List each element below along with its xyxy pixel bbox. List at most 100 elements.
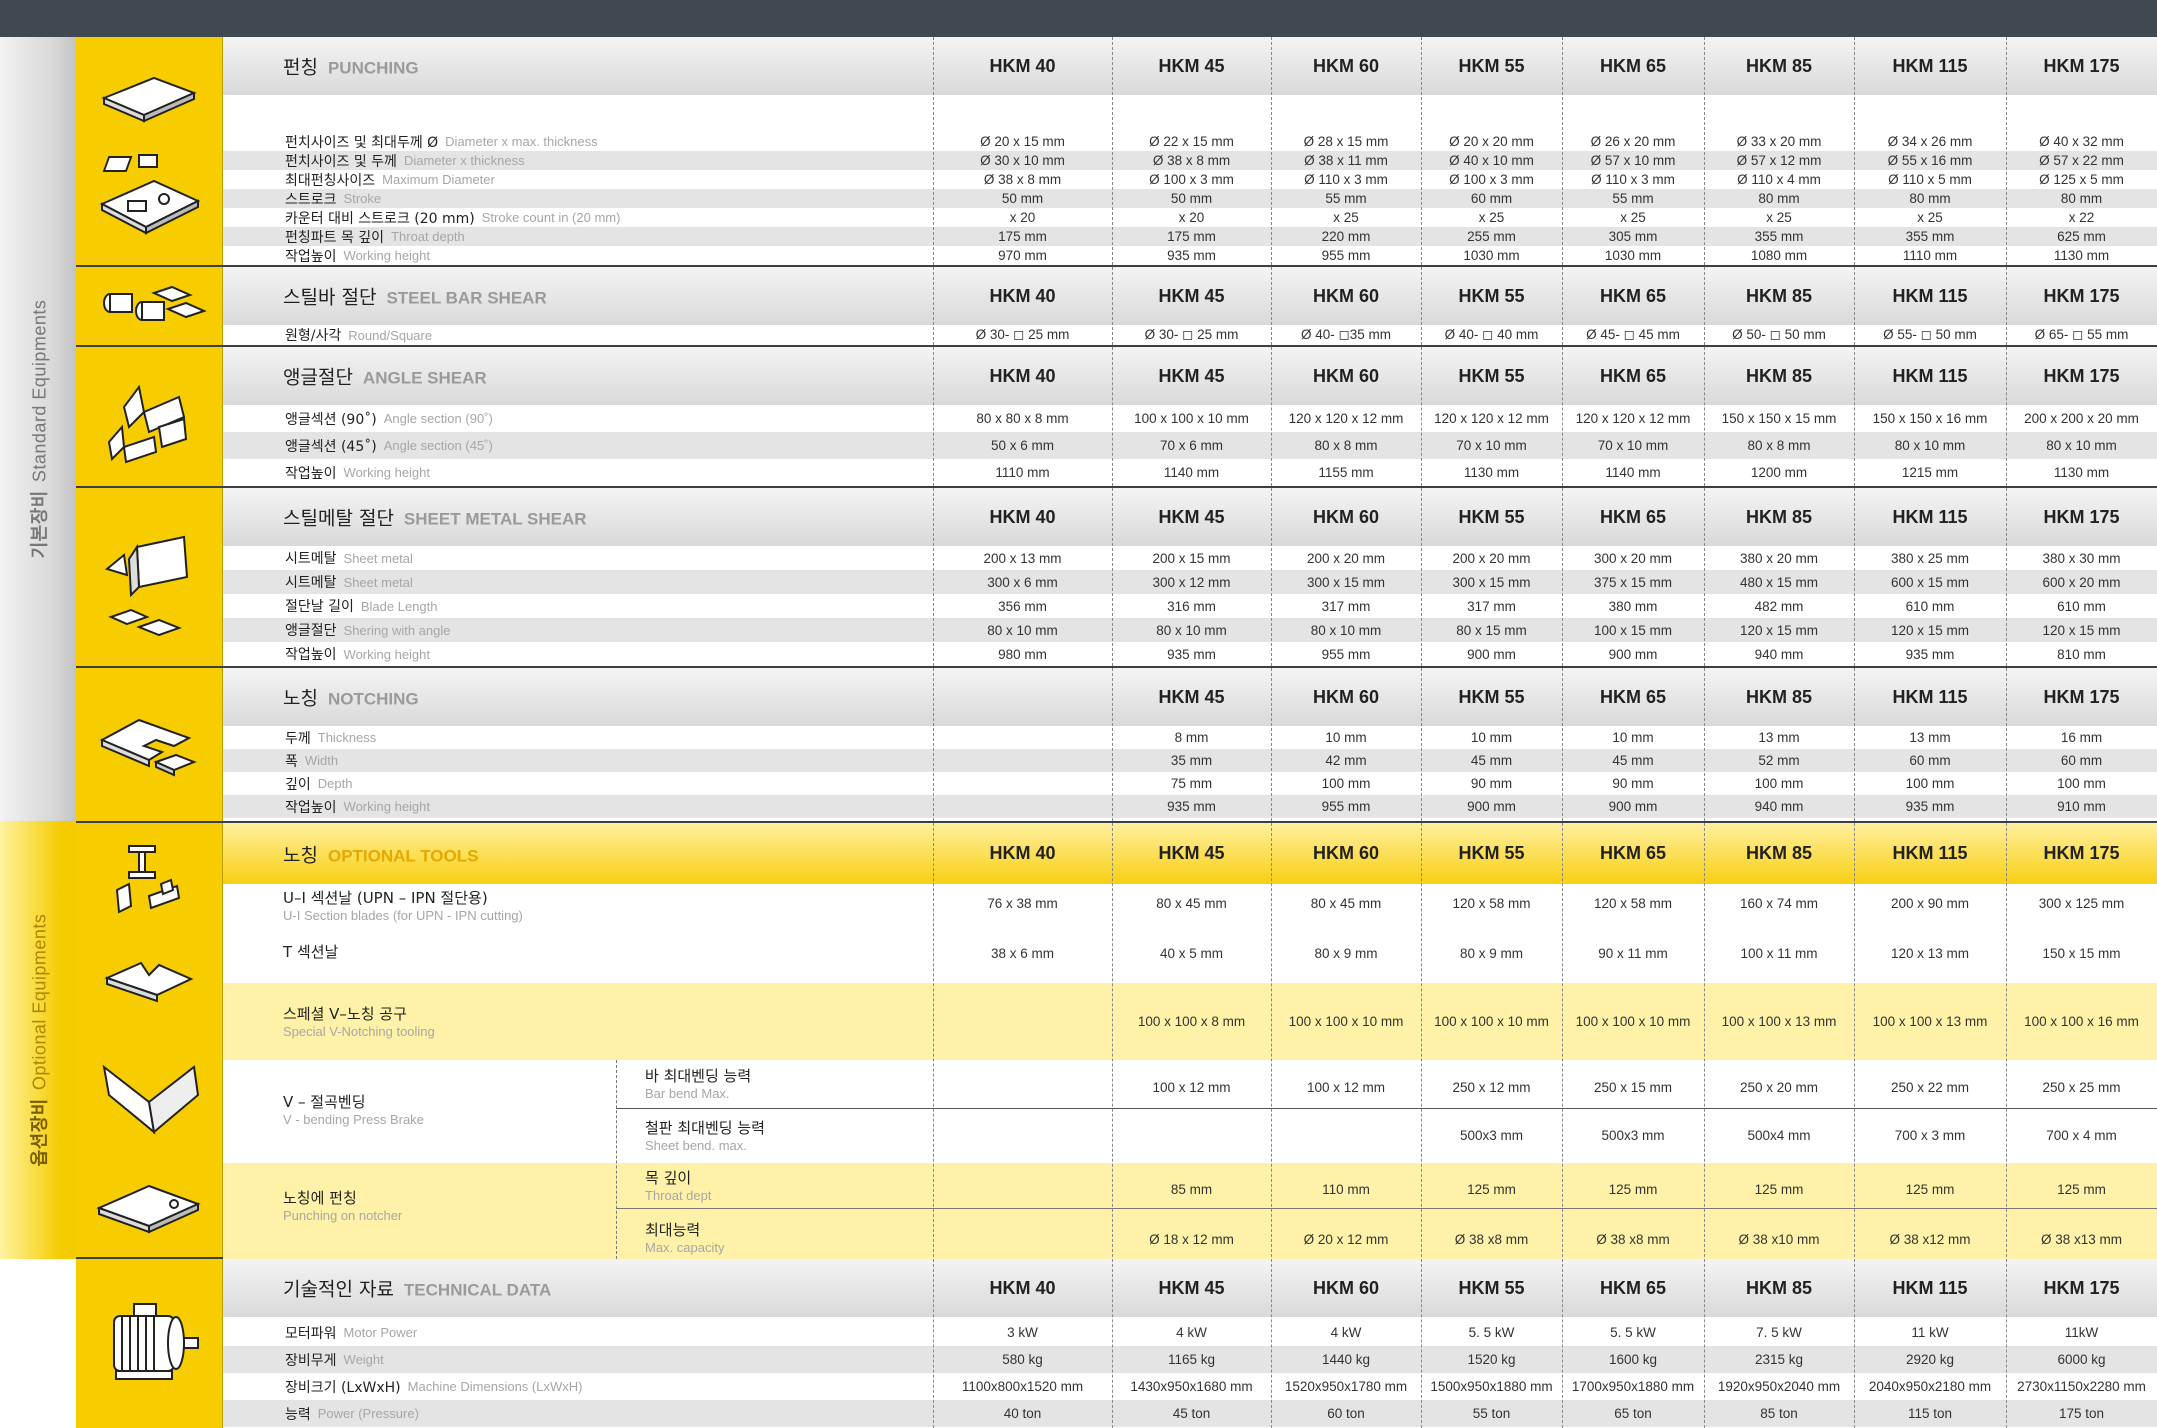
model-header: HKM 65 xyxy=(1599,686,1666,707)
punching-header: 펀칭 PUNCHING HKM 40 HKM 45 HKM 60 HKM 55 HKM 6… xyxy=(223,37,2157,95)
spec-value: 300 x 20 mm xyxy=(1593,550,1673,566)
model-header: HKM 40 xyxy=(989,365,1056,386)
column-divider xyxy=(1854,488,1855,666)
spec-label-ko: 펀치사이즈 및 최대두께 Ø xyxy=(285,134,439,151)
i-beam-icon xyxy=(115,844,181,914)
model-header: HKM 40 xyxy=(989,1277,1056,1298)
spec-row: 최대펀칭사이즈 Maximum Diameter Ø 38 x 8 mm Ø 100 … xyxy=(223,170,2157,189)
steel-bar-section: 스틸바 절단 STEEL BAR SHEAR HKM 40 HKM 45 HKM 60… xyxy=(76,267,2157,347)
model-header: HKM 60 xyxy=(1312,285,1379,306)
spec-label-ko: 모터파워 xyxy=(285,1325,337,1342)
spec-label-en: Stroke count in (20 mm) xyxy=(481,210,621,225)
spec-value xyxy=(933,772,1112,795)
column-divider xyxy=(933,823,934,1257)
model-header: HKM 65 xyxy=(1599,843,1666,863)
technical-header: 기술적인 자료 TECHNICAL DATA HKM 40 HKM 45 HKM 60… xyxy=(223,1259,2157,1317)
spec-value: 75 mm xyxy=(1170,776,1213,791)
spec-value: 300 x 12 mm xyxy=(1152,574,1231,590)
option-value: 100 x 100 x 10 mm xyxy=(1434,1013,1549,1029)
spec-value: 2730x1150x2280 mm xyxy=(2017,1379,2146,1394)
spec-value: 120 x 120 x 12 mm xyxy=(1288,411,1404,426)
column-divider xyxy=(1112,668,1113,821)
spec-value: Ø 125 x 5 mm xyxy=(2039,172,2124,187)
option-value: 100 x 100 x 13 mm xyxy=(1721,1013,1837,1029)
spec-row: 앵글섹션 (90˚) Angle section (90˚) 80 x 80 x 8… xyxy=(223,405,2157,432)
option-value: 125 mm xyxy=(2057,1181,2106,1197)
spec-row: 펀칭파트 목 깊이 Throat depth 175 mm 175 mm 220 mm 2… xyxy=(223,227,2157,246)
spec-value: 10 mm xyxy=(1612,730,1654,745)
angle-section-icon xyxy=(107,384,188,463)
spec-label-en: Machine Dimensions (LxWxH) xyxy=(407,1379,583,1394)
model-header: HKM 85 xyxy=(1745,285,1812,306)
option-value xyxy=(933,1227,1112,1251)
spec-label-en: Shering with angle xyxy=(343,622,451,638)
spec-value: Ø 40 x 10 mm xyxy=(1449,153,1534,168)
spec-value: 70 x 10 mm xyxy=(1456,438,1527,453)
spec-row: 작업높이 Working height 970 mm 935 mm 955 mm 1030… xyxy=(223,246,2157,265)
spec-row: 깊이 Depth 75 mm 100 mm 90 mm 90 mm 100 mm 100 mm… xyxy=(223,772,2157,795)
spec-label: 능력 Power (Pressure) xyxy=(285,1400,419,1427)
spec-label-ko: 장비무게 xyxy=(285,1352,337,1369)
column-divider xyxy=(933,267,934,345)
spec-value: Ø 110 x 5 mm xyxy=(1888,172,1972,187)
v-notch-label: 스페셜 V–노칭 공구 Special V-Notching tooling xyxy=(283,1005,435,1039)
spec-value: 1130 mm xyxy=(2053,465,2110,480)
spec-value: 115 ton xyxy=(1907,1406,1953,1421)
spec-value: Ø 110 x 3 mm xyxy=(1591,172,1675,187)
spec-label-ko: 시트메탈 xyxy=(285,551,337,567)
option-value: 80 x 9 mm xyxy=(1459,945,1524,961)
model-header: HKM 115 xyxy=(1892,365,1968,386)
spec-value: 70 x 6 mm xyxy=(1159,438,1224,453)
option-value: Ø 38 x12 mm xyxy=(1889,1231,1971,1247)
spec-label: 펀치사이즈 및 최대두께 Ø Diameter x max. thickness xyxy=(285,132,598,151)
option-value: 38 x 6 mm xyxy=(990,945,1055,961)
v-notch-plate-icon xyxy=(104,961,194,1003)
column-divider xyxy=(2006,1259,2007,1428)
option-value: 100 x 100 x 10 mm xyxy=(1288,1013,1404,1029)
spec-value: 5. 5 kW xyxy=(1468,1325,1515,1340)
notching-icons xyxy=(76,668,223,821)
model-header: HKM 45 xyxy=(1158,285,1225,306)
spec-value: Ø 100 x 3 mm xyxy=(1449,172,1534,187)
notcher-separator xyxy=(616,1208,2157,1209)
spec-row: 작업높이 Working height 935 mm 955 mm 900 mm 900 … xyxy=(223,795,2157,818)
spec-label-en: Round/Square xyxy=(348,327,433,343)
notching-section: 노칭 NOTCHING HKM 45 HKM 60 HKM 55 HKM 65 HKM 8… xyxy=(76,668,2157,823)
model-header: HKM 65 xyxy=(1599,285,1666,306)
angle-shear-section: 앵글절단 ANGLE SHEAR HKM 40 HKM 45 HKM 60 HKM 55… xyxy=(76,347,2157,488)
spec-label-en: Diameter x thickness xyxy=(403,153,525,168)
spec-value: 600 x 15 mm xyxy=(1890,574,1970,590)
spec-label-ko: 작업높이 xyxy=(285,465,337,482)
spec-label: 최대펀칭사이즈 Maximum Diameter xyxy=(285,170,495,189)
spec-value: 480 x 15 mm xyxy=(1739,574,1819,590)
spec-value: Ø 34 x 26 mm xyxy=(1887,134,1973,149)
spec-value: Ø 110 x 4 mm xyxy=(1737,172,1821,187)
spec-value: 175 ton xyxy=(2058,1406,2105,1421)
spec-value: 1130 mm xyxy=(2053,248,2110,263)
spec-label-en: Working height xyxy=(343,465,431,480)
spec-value: Ø 20 x 15 mm xyxy=(980,134,1065,149)
spec-value: 45 ton xyxy=(1172,1406,1211,1421)
column-divider xyxy=(2006,823,2007,1257)
spec-value: 8 mm xyxy=(1174,730,1209,745)
spec-value: 380 x 25 mm xyxy=(1890,550,1970,566)
option-value: 160 x 74 mm xyxy=(1739,895,1819,911)
spec-value: 1600 kg xyxy=(1608,1352,1658,1367)
motor-icon xyxy=(113,1303,199,1380)
model-header: HKM 65 xyxy=(1599,365,1666,386)
spec-value: 80 x 15 mm xyxy=(1456,622,1527,638)
technical-title: 기술적인 자료 TECHNICAL DATA xyxy=(283,1278,552,1301)
spec-value: 1080 mm xyxy=(1750,248,1808,263)
model-header: HKM 85 xyxy=(1745,1277,1812,1298)
angle-title: 앵글절단 ANGLE SHEAR xyxy=(283,366,487,389)
option-value: Ø 20 x 12 mm xyxy=(1303,1231,1389,1247)
option-value: 110 mm xyxy=(1322,1181,1370,1197)
spec-value: 935 mm xyxy=(1905,646,1955,662)
notching-header: 노칭 NOTCHING HKM 45 HKM 60 HKM 55 HKM 65 HKM 8… xyxy=(223,668,2157,726)
spec-value: 1100x800x1520 mm xyxy=(961,1379,1084,1394)
spec-value: 910 mm xyxy=(2057,799,2106,814)
spec-label-ko: 앵글절단 xyxy=(285,623,337,639)
model-header: HKM 60 xyxy=(1312,506,1379,527)
spec-value: 1520x950x1780 mm xyxy=(1284,1379,1408,1394)
spec-label: 두께 Thickness xyxy=(285,726,376,749)
